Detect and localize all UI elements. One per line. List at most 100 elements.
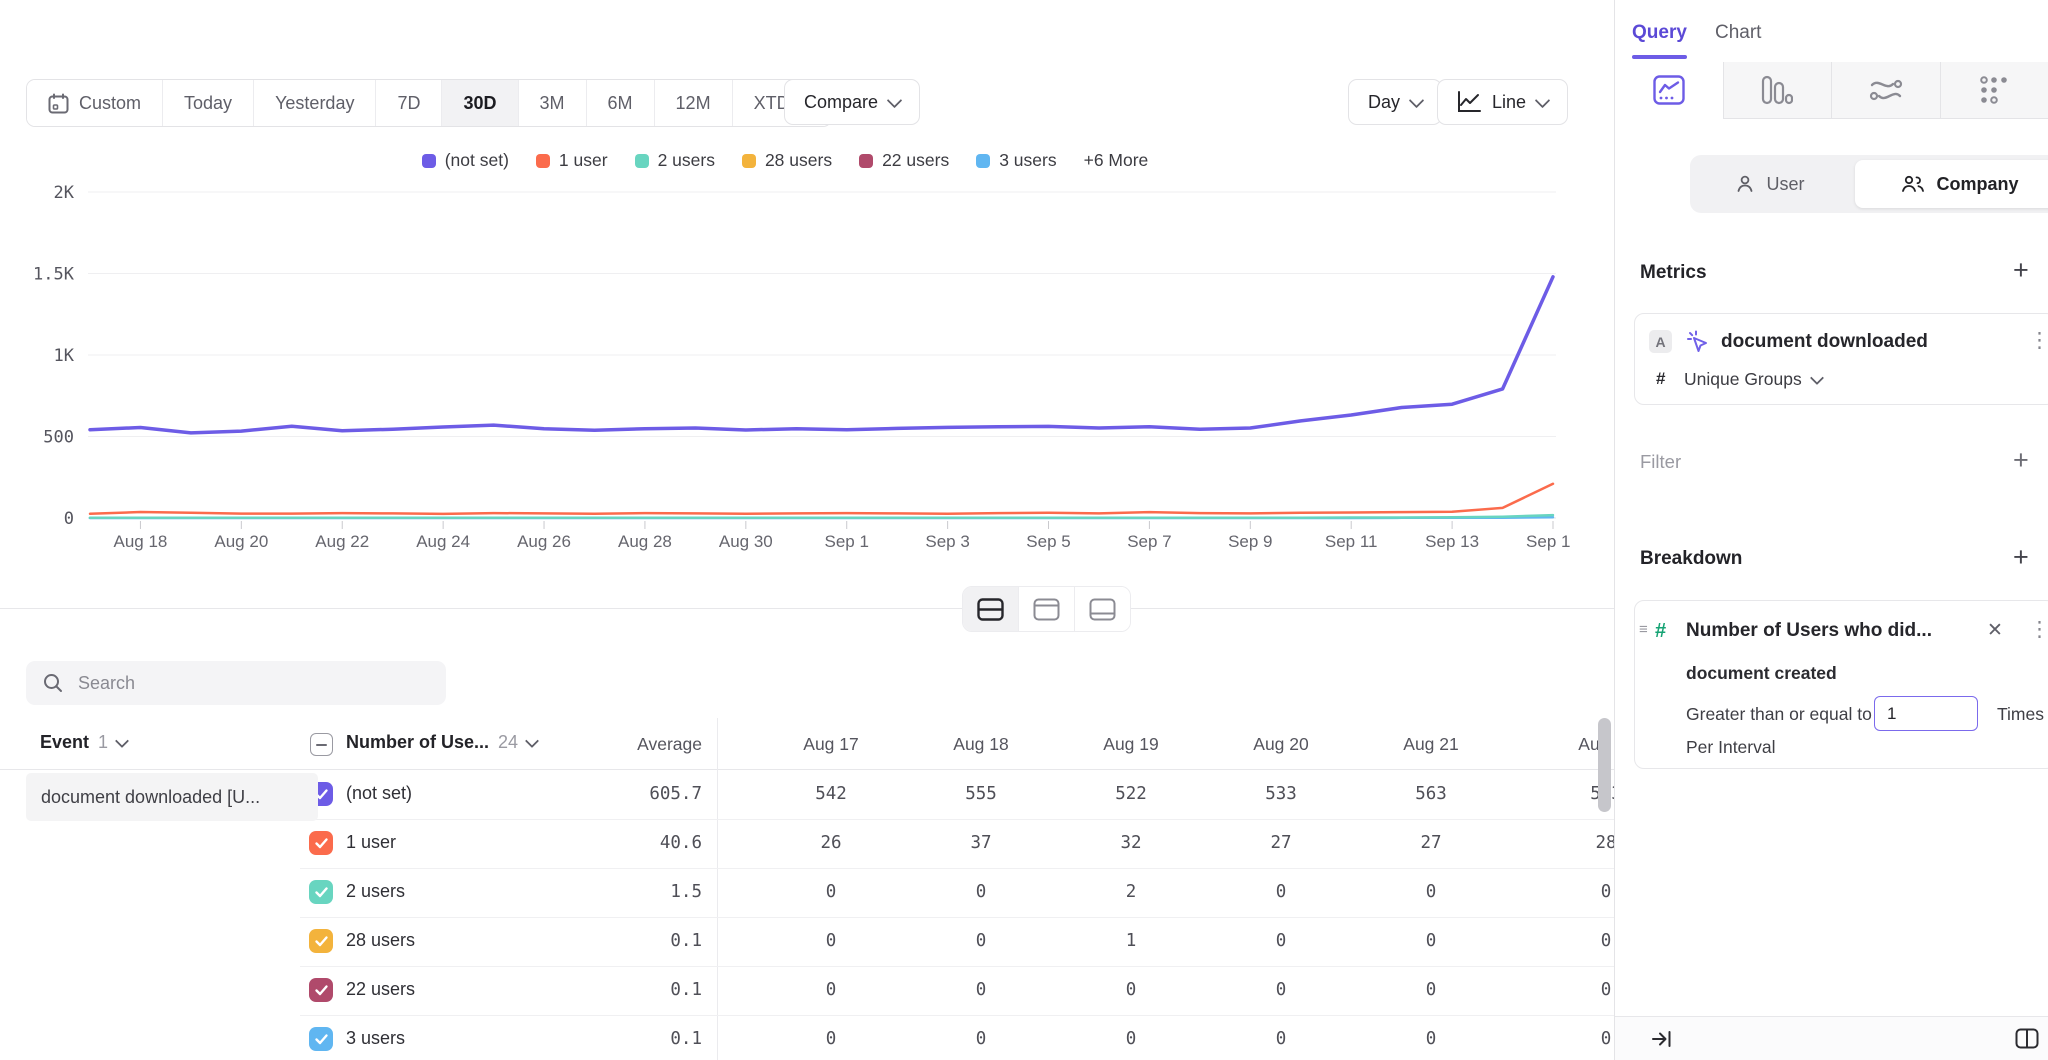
- close-icon[interactable]: ✕: [1987, 621, 2003, 640]
- series-checkbox[interactable]: [309, 831, 333, 855]
- date-range-30d[interactable]: 30D: [442, 80, 518, 126]
- group-header-count: 24: [498, 732, 518, 753]
- tab-query[interactable]: Query: [1632, 22, 1687, 44]
- chevron-down-icon: [1810, 371, 1824, 385]
- table-only-view-button[interactable]: [1075, 587, 1130, 631]
- table-cell-value: 32: [1056, 833, 1206, 853]
- table-scrollbar-thumb[interactable]: [1598, 718, 1611, 812]
- table-cell-value: 542: [756, 784, 906, 804]
- average-value: 605.7: [520, 784, 702, 804]
- event-header-count: 1: [98, 732, 108, 753]
- table-cell-value: 563: [1356, 784, 1506, 804]
- measure-hash-icon: #: [1656, 369, 1665, 389]
- scope-option-company[interactable]: Company: [1855, 160, 2048, 208]
- date-range-3m[interactable]: 3M: [519, 80, 587, 126]
- event-list-item-label: document downloaded [U...: [41, 787, 260, 808]
- date-range-label: Custom: [79, 93, 141, 114]
- bar-chart-icon: [1761, 75, 1793, 105]
- day-column-header: Aug 20: [1206, 734, 1356, 755]
- date-range-label: 3M: [540, 93, 565, 114]
- metric-kebab-menu[interactable]: ⋮: [2029, 330, 2048, 351]
- compare-button[interactable]: Compare: [784, 79, 920, 125]
- series-row-label: 3 users: [346, 1028, 405, 1049]
- table-cell-value: 0: [906, 980, 1056, 1000]
- add-filter-button[interactable]: +: [2013, 447, 2029, 474]
- chart-type-tab-grid[interactable]: [1940, 62, 2048, 119]
- table-cell-value: 0: [1056, 1029, 1206, 1049]
- date-range-6m[interactable]: 6M: [587, 80, 655, 126]
- table-cell-value: 0: [1356, 1029, 1506, 1049]
- chart-only-view-button[interactable]: [1019, 587, 1075, 631]
- chart-type-tab-line[interactable]: [1615, 62, 1723, 119]
- date-range-custom[interactable]: Custom: [27, 80, 163, 126]
- header-divider: [0, 769, 1614, 770]
- series-checkbox[interactable]: [309, 929, 333, 953]
- date-range-yesterday[interactable]: Yesterday: [254, 80, 376, 126]
- date-range-12m[interactable]: 12M: [655, 80, 733, 126]
- event-list-item[interactable]: document downloaded [U...: [26, 773, 318, 821]
- flow-icon: [1869, 76, 1903, 104]
- row-divider: [300, 1015, 1614, 1016]
- view-toggle-group: [962, 586, 1131, 632]
- select-all-checkbox[interactable]: [310, 733, 333, 756]
- svg-text:Sep 7: Sep 7: [1127, 532, 1171, 551]
- chart-type-dropdown[interactable]: Line: [1437, 79, 1568, 125]
- collapse-sidebar-icon[interactable]: [1651, 1029, 1673, 1049]
- trend-line-chart[interactable]: 2K1.5K1K5000Aug 18Aug 20Aug 22Aug 24Aug …: [0, 160, 1570, 560]
- series-row-label: 22 users: [346, 979, 415, 1000]
- scope-user-label: User: [1766, 174, 1804, 195]
- scope-option-user[interactable]: User: [1690, 155, 1850, 213]
- table-cell-value: 0: [1206, 980, 1356, 1000]
- add-breakdown-button[interactable]: +: [2013, 544, 2029, 571]
- grid-dots-icon: [1979, 75, 2009, 105]
- average-value: 0.1: [520, 1029, 702, 1049]
- date-range-today[interactable]: Today: [163, 80, 254, 126]
- framed-line-chart-icon: [1653, 75, 1685, 105]
- add-metric-button[interactable]: +: [2013, 257, 2029, 284]
- table-cell-value: 0: [756, 980, 906, 1000]
- table-cell-value: 0: [756, 882, 906, 902]
- table-cell-value: 0: [1356, 931, 1506, 951]
- search-input[interactable]: [76, 672, 429, 695]
- numeric-property-icon: #: [1655, 620, 1666, 643]
- date-range-label: Yesterday: [275, 93, 354, 114]
- date-range-label: 30D: [463, 93, 496, 114]
- interval-dropdown[interactable]: Day: [1348, 79, 1442, 125]
- search-icon: [43, 673, 63, 693]
- condition-label: Greater than or equal to: [1686, 704, 1872, 725]
- series-row-label: 28 users: [346, 930, 415, 951]
- event-column-header[interactable]: Event 1: [40, 732, 127, 753]
- per-interval-label: Per Interval: [1686, 737, 1775, 758]
- series-row-label: 1 user: [346, 832, 396, 853]
- series-checkbox[interactable]: [309, 1027, 333, 1051]
- svg-text:Sep 9: Sep 9: [1228, 532, 1272, 551]
- chart-type-tab-flow[interactable]: [1831, 62, 1940, 119]
- table-cell-value: 28: [1506, 833, 1614, 853]
- series-row-label: (not set): [346, 783, 412, 804]
- split-view-button[interactable]: [963, 587, 1019, 631]
- series-checkbox[interactable]: [309, 880, 333, 904]
- breakdown-card[interactable]: ≡ # Number of Users who did... ✕ ⋮ docum…: [1634, 600, 2048, 769]
- tab-chart[interactable]: Chart: [1715, 22, 1761, 44]
- measure-dropdown[interactable]: Unique Groups: [1684, 369, 1822, 390]
- table-cell-value: 2: [1056, 882, 1206, 902]
- svg-text:Aug 22: Aug 22: [315, 532, 369, 551]
- series-row-label: 2 users: [346, 881, 405, 902]
- drag-handle-icon[interactable]: ≡: [1639, 622, 1648, 637]
- breakdown-title: Number of Users who did...: [1686, 620, 1932, 642]
- compare-label: Compare: [804, 92, 878, 113]
- split-panel-icon[interactable]: [2015, 1028, 2039, 1049]
- table-cell-value: 37: [906, 833, 1056, 853]
- metrics-heading: Metrics: [1640, 262, 1707, 284]
- condition-value-input[interactable]: [1874, 696, 1978, 731]
- group-column-header[interactable]: Number of Use... 24: [346, 732, 537, 753]
- chart-type-tab-bar-chart[interactable]: [1723, 62, 1832, 119]
- table-cell-value: 0: [1206, 1029, 1356, 1049]
- breakdown-kebab-menu[interactable]: ⋮: [2029, 619, 2048, 640]
- series-checkbox[interactable]: [309, 978, 333, 1002]
- metric-card[interactable]: A document downloaded ⋮ # Unique Groups: [1634, 313, 2048, 405]
- day-column-header: Aug 18: [906, 734, 1056, 755]
- query-sidebar: Query Chart: [1614, 0, 2048, 1060]
- date-range-7d[interactable]: 7D: [376, 80, 442, 126]
- chevron-down-icon: [115, 733, 129, 747]
